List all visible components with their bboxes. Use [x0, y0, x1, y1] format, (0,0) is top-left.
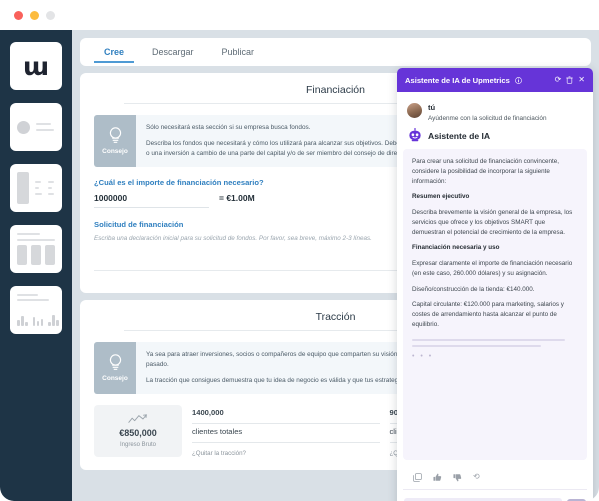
trash-icon[interactable]: [566, 76, 574, 84]
user-message: tú Ayúdenme con la solicitud de financia…: [403, 99, 587, 122]
thumbs-down-icon[interactable]: [453, 473, 462, 482]
close-icon[interactable]: ✕: [578, 76, 585, 84]
gross-revenue-value: €850,000: [119, 427, 157, 438]
maximize-window-button[interactable]: [46, 10, 55, 20]
bot-paragraph-heading: Resumen ejecutivo: [412, 193, 470, 201]
info-icon[interactable]: [514, 76, 522, 84]
trend-up-icon: [128, 413, 147, 423]
loading-skeleton: [412, 336, 578, 347]
bot-message-header: Asistente de IA: [403, 128, 587, 143]
tab-descargar[interactable]: Descargar: [142, 42, 204, 63]
refresh-icon[interactable]: ⟳: [555, 76, 562, 84]
tip-label: Consejo: [102, 148, 128, 156]
tip-side: Consejo: [94, 115, 136, 167]
gross-revenue-card: €850,000 Ingreso Bruto: [94, 404, 182, 457]
remove-traction-link[interactable]: ¿Quitar la tracción?: [192, 443, 380, 457]
bot-paragraph: Capital circulante: €120.000 para market…: [412, 301, 564, 328]
bar-chart-icon: [10, 286, 62, 334]
main-content: Cree Descargar Publicar Financiación Con…: [72, 30, 599, 501]
typing-dots: • • •: [412, 352, 434, 360]
minimize-window-button[interactable]: [30, 10, 39, 20]
total-customers-value[interactable]: 1400,000: [192, 405, 380, 424]
window-body: ɯ Cree Descargar Publicar Financiación C…: [0, 30, 599, 501]
document-layout-icon: [10, 164, 62, 212]
ai-panel-title: Asistente de IA de Upmetrics: [405, 75, 510, 85]
lightbulb-icon: [109, 127, 121, 144]
funding-amount-input[interactable]: [94, 192, 209, 208]
ai-chat-body[interactable]: tú Ayúdenme con la solicitud de financia…: [397, 92, 593, 490]
bot-message-actions: ⟲: [403, 466, 587, 490]
traccion-column-customers: 1400,000 clientes totales ¿Quitar la tra…: [192, 405, 380, 457]
app-window: ɯ Cree Descargar Publicar Financiación C…: [0, 0, 599, 501]
ai-panel-header: Asistente de IA de Upmetrics ⟳ ✕: [397, 68, 593, 92]
tip-label: Consejo: [102, 375, 128, 383]
tabs-bar: Cree Descargar Publicar: [80, 38, 591, 66]
sidebar: ɯ: [0, 30, 72, 501]
sidebar-item-grid[interactable]: [10, 225, 62, 273]
profile-card-icon: [10, 103, 62, 151]
sidebar-item-document[interactable]: [10, 164, 62, 212]
window-titlebar: [0, 0, 599, 30]
tab-publicar[interactable]: Publicar: [212, 42, 265, 63]
grid-layout-icon: [10, 225, 62, 273]
ai-input-footer: [397, 490, 593, 501]
regenerate-icon[interactable]: ⟲: [473, 473, 480, 482]
copy-icon[interactable]: [413, 473, 422, 482]
total-customers-label[interactable]: clientes totales: [192, 424, 380, 443]
bot-paragraph: Para crear una solicitud de financiación…: [412, 158, 560, 185]
ai-assistant-panel: Asistente de IA de Upmetrics ⟳ ✕ tú Ayúd…: [397, 68, 593, 501]
lightbulb-icon: [109, 354, 121, 370]
user-name: tú: [428, 103, 436, 112]
upmetrics-logo-icon: ɯ: [22, 51, 50, 81]
sidebar-item-logo[interactable]: ɯ: [10, 42, 62, 90]
user-message-text: Ayúdenme con la solicitud de financiació…: [428, 115, 547, 122]
amount-formatted: = €1.00M: [219, 192, 255, 203]
bot-paragraph: Expresar claramente el importe de financ…: [412, 260, 573, 277]
bot-paragraph: Describa brevemente la visión general de…: [412, 209, 573, 236]
tab-cree[interactable]: Cree: [94, 42, 135, 63]
bot-paragraph-heading: Financiación necesaria y uso: [412, 244, 500, 252]
gross-revenue-caption: Ingreso Bruto: [119, 441, 157, 448]
bot-message-bubble: Para crear una solicitud de financiación…: [403, 149, 587, 460]
robot-icon: [407, 128, 422, 143]
avatar: [407, 103, 422, 118]
close-window-button[interactable]: [14, 10, 23, 20]
thumbs-up-icon[interactable]: [433, 473, 442, 482]
sidebar-item-chart[interactable]: [10, 286, 62, 334]
bot-name: Asistente de IA: [428, 130, 491, 141]
tip-side: Consejo: [94, 341, 136, 394]
bot-paragraph: Diseño/construcción de la tienda: €140.0…: [412, 285, 535, 293]
sidebar-item-profile[interactable]: [10, 103, 62, 151]
